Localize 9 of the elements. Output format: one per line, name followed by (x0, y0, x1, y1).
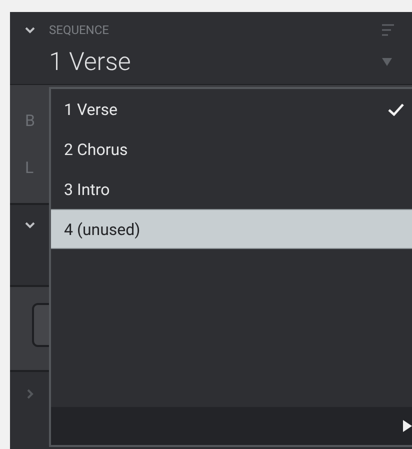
play-icon[interactable] (403, 420, 412, 432)
menu-item[interactable]: 3 Intro (51, 169, 412, 209)
menu-item[interactable]: 4 (unused) (51, 209, 412, 249)
menu-item[interactable]: 2 Chorus (51, 129, 412, 169)
section-label: SEQUENCE (49, 23, 110, 37)
sequence-value[interactable]: 1 Verse (49, 48, 382, 76)
dropdown-arrow-icon[interactable] (382, 58, 392, 66)
menu-item[interactable]: 1 Verse (51, 89, 412, 129)
list-icon[interactable] (382, 24, 394, 36)
